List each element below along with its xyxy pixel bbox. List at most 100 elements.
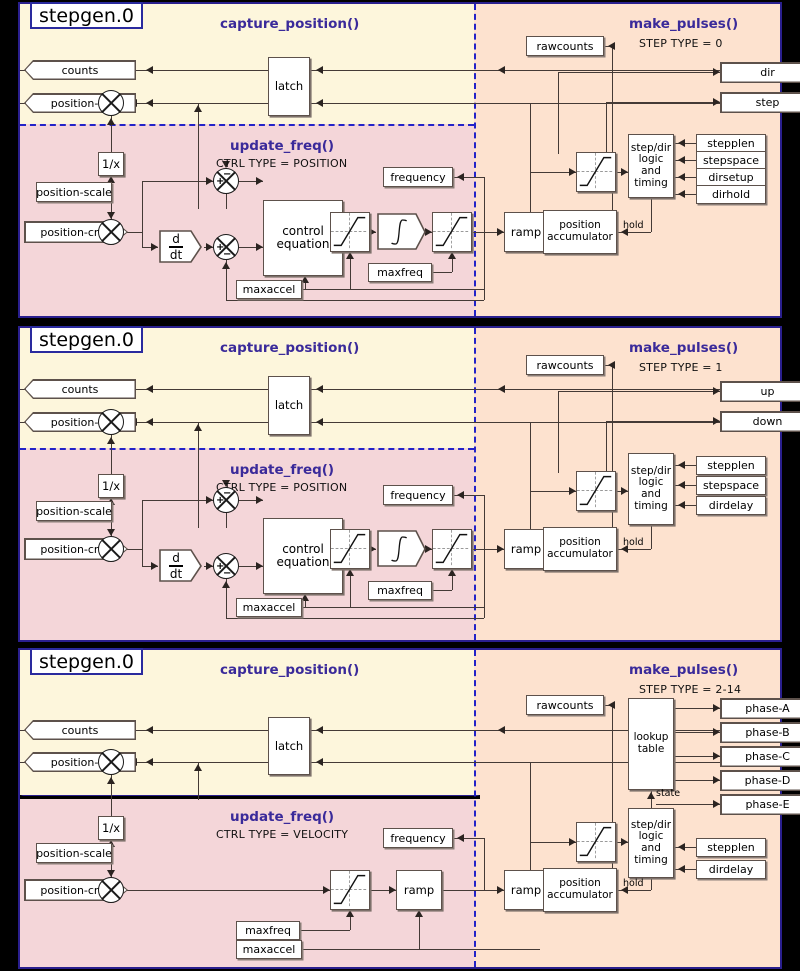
arrow-ddt-in [151,243,158,251]
wire-fbtap [198,500,200,528]
tag-param-dirhold: dirhold [696,185,766,204]
arrow-latch-top [316,726,323,734]
arrow-counts-feed [498,66,505,74]
pin-counts: counts [24,720,136,740]
derivative-block-denominator: dt [169,566,183,581]
step-dir-logic-block: step/dir logic and timing [628,453,674,525]
capture-position-heading: capture_position() [220,16,360,32]
make-pulses-step-type: STEP TYPE = 0 [639,37,723,50]
arrow-counts [146,726,153,734]
arrow-scale-cmd [107,529,115,536]
capture-update-divider [20,795,480,799]
label-hold: hold [623,878,644,889]
arrow-param-stepplen [678,461,685,469]
tag-frequency: frequency [383,485,453,505]
panel-steptype-1: stepgen.0 capture_position() update_freq()… [18,326,782,642]
sum-junction-position-sign: + [216,495,225,506]
arrow-latch-bottom [316,758,323,766]
multiply-junction-cmd [98,536,124,562]
arrow-freq-tag [457,173,464,181]
pin-counts: counts [24,379,136,399]
panel-steptype-0: stepgen.0 capture_position() update_freq()… [18,2,782,318]
multiply-junction-fb [98,90,124,116]
invert-block: 1/x [98,152,124,176]
wire-hold-down [651,525,653,549]
arrow-maxaccel-ctrl [301,276,309,283]
arrow-sd-in [621,487,628,495]
derivative-block: d dt [158,548,204,584]
sum-junction-velocity-sign: − [223,249,232,260]
multiply-junction-fb [98,409,124,435]
tag-position-scale: position-scale [36,501,112,521]
arrow-out-phase-D [713,776,720,784]
arrow-maxfreq [346,910,354,917]
ramp-block-boundary-label: ramp [510,541,542,556]
step-dir-logic-block: step/dir logic and timing [628,134,674,198]
arrow-sum2-in [206,243,213,251]
arrow-out-phase-A [713,704,720,712]
wire-maxaccel [302,949,419,951]
arrow-fb-tap [194,764,202,771]
arrow-state [647,792,655,799]
position-accumulator-block-label: position accumulator [547,536,613,560]
position-accumulator-block: position accumulator [543,868,617,912]
latch-block: latch [268,717,310,775]
latch-block: latch [268,376,310,435]
latch-block-label: latch [274,79,304,94]
arrow-satR-in [569,487,576,495]
label-hold: hold [623,220,644,231]
multiply-junction-fb [98,749,124,775]
wire-maxfreq [432,272,452,274]
step-dir-logic-block-label: step/dir logic and timing [630,818,672,866]
arrow-param-stepplen [678,139,685,147]
wire-maxfreq [432,590,452,592]
tag-maxaccel: maxaccel [236,598,302,617]
pin-phase-C: phase-C [720,746,800,767]
arrow-counts-feed [498,385,505,393]
arrow-latch-bottom [316,99,323,107]
multiply-junction-cmd [98,877,124,903]
position-accumulator-block-label: position accumulator [547,219,613,243]
wire-maxaccel-right [302,607,484,609]
arrow-invert-up [107,118,115,125]
arrow-param-stepspace [678,481,685,489]
arrow-counts [146,66,153,74]
arrow-fb-tap [194,105,202,112]
wire-hold-down [651,198,653,232]
tag-frequency: frequency [383,828,453,848]
wire-freq-bus [484,177,486,232]
arrow-counts-feed [498,726,505,734]
arrow-latch-top [316,385,323,393]
tag-maxaccel: maxaccel [236,940,302,959]
arrow-counts [146,385,153,393]
control-equation-block-label: control equation [276,541,330,569]
pulse-limit-block [576,822,616,862]
arrow-ddt-in [151,562,158,570]
velocity-limit-block [432,212,472,252]
ramp-block-boundary: ramp [504,212,548,252]
wire-out-dir [558,72,720,74]
arrow-param-stepplen [678,843,685,851]
wire-cmd-to-sat [124,890,330,892]
arrow-sd-in [621,168,628,176]
arrow-scale-cmd [107,212,115,219]
arrow-int-in [369,545,376,553]
update-freq-ctrl-type: CTRL TYPE = VELOCITY [216,828,349,841]
arrow-sum2-in [206,562,213,570]
pin-phase-E: phase-E [720,794,800,815]
ramp-block-boundary-label: ramp [510,224,542,239]
arrow-out-phase-E [713,800,720,808]
arrow-latch-top [316,66,323,74]
left-right-divider [474,4,476,316]
arrow-position-fb [146,758,153,766]
arrow-rawcounts [608,42,615,50]
position-accumulator-block-label: position accumulator [547,877,613,901]
tag-position-scale: position-scale [36,843,112,863]
ramp-block-boundary: ramp [504,529,548,569]
arrow-satR-in [569,168,576,176]
wire-velfb-h [226,300,484,302]
wire-ramp-out [442,890,504,892]
integrator-block [376,212,428,252]
arrow-out-phase-C [713,752,720,760]
arrow-ramp-boundary [497,545,504,553]
